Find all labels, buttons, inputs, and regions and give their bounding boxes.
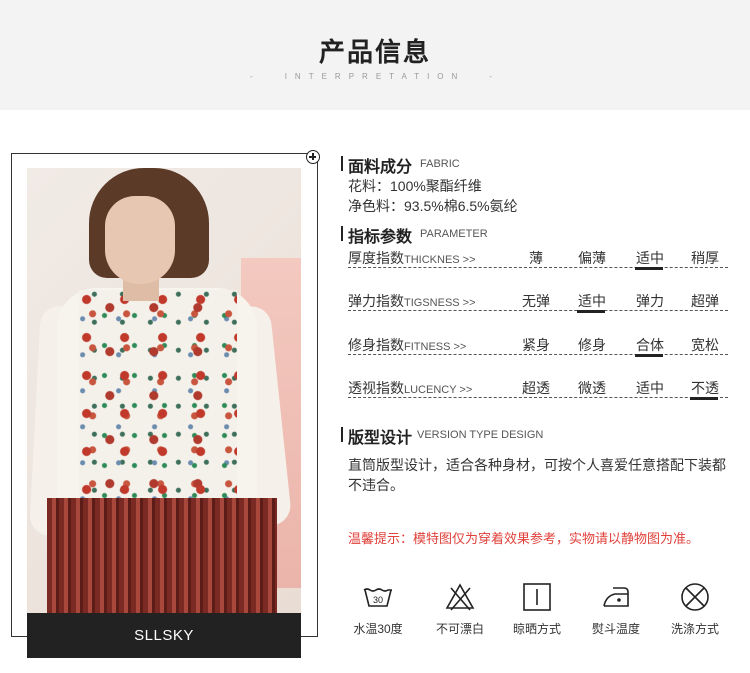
no-dry-clean-icon bbox=[681, 583, 709, 611]
param-label: 弹力指数TIGSNESS >> bbox=[348, 291, 476, 311]
param-option: 超透 bbox=[518, 378, 554, 398]
fabric-line-2: 净色料：93.5%棉6.5%氨纶 bbox=[348, 198, 518, 214]
product-photo bbox=[27, 168, 301, 613]
param-label: 修身指数FITNESS >> bbox=[348, 335, 466, 355]
param-option: 弹力 bbox=[632, 291, 668, 311]
parameter-title-en: PARAMETER bbox=[420, 228, 488, 240]
section-bar bbox=[341, 156, 343, 171]
svg-text:30: 30 bbox=[373, 595, 383, 605]
selected-mark bbox=[577, 310, 605, 313]
param-option-text: 宽松 bbox=[691, 337, 719, 353]
param-option: 无弹 bbox=[518, 291, 554, 311]
brand-label: SLLSKY bbox=[27, 613, 301, 658]
fabric-title-en: FABRIC bbox=[420, 158, 460, 170]
photo-pleated-skirt bbox=[47, 498, 277, 613]
param-option-text: 超透 bbox=[522, 380, 550, 396]
iron-icon bbox=[603, 587, 629, 607]
param-label-en: FITNESS >> bbox=[404, 341, 467, 353]
param-label-en: LUCENCY >> bbox=[404, 384, 473, 396]
param-option: 稍厚 bbox=[687, 248, 723, 268]
param-label-en: THICKNES >> bbox=[404, 254, 476, 266]
photo-face bbox=[105, 196, 175, 284]
param-option-text: 适中 bbox=[578, 293, 606, 309]
care-item-wash-method: 洗涤方式 bbox=[665, 582, 725, 638]
subtitle-dash-right: - bbox=[489, 72, 500, 81]
param-label: 透视指数LUCENCY >> bbox=[348, 378, 472, 398]
subtitle-dash-left: - bbox=[250, 72, 261, 81]
care-item-wash: 30 水温30度 bbox=[348, 582, 408, 638]
care-item-iron: 熨斗温度 bbox=[586, 582, 646, 638]
section-bar bbox=[341, 427, 343, 442]
fabric-line-1: 花料：100%聚酯纤维 bbox=[348, 178, 482, 194]
version-title: 版型设计 bbox=[348, 430, 413, 447]
parameter-title: 指标参数 bbox=[348, 229, 413, 246]
param-option-text: 无弹 bbox=[522, 293, 550, 309]
subtitle-text: INTERPRETATION bbox=[284, 72, 466, 81]
param-option-text: 薄 bbox=[529, 250, 543, 266]
param-option-text: 弹力 bbox=[636, 293, 664, 309]
param-row-fit: 修身指数FITNESS >> 紧身 修身 合体 宽松 bbox=[348, 333, 728, 357]
care-label: 熨斗温度 bbox=[591, 622, 640, 636]
version-description: 直筒版型设计，适合各种身材，可按个人喜爱任意搭配下装都不违合。 bbox=[348, 457, 726, 493]
param-option: 合体 bbox=[632, 335, 668, 357]
param-option-text: 适中 bbox=[636, 250, 664, 266]
fabric-title: 面料成分 bbox=[348, 159, 413, 176]
param-row-lucency: 透视指数LUCENCY >> 超透 微透 适中 不透 bbox=[348, 376, 728, 400]
care-item-dry: 晾晒方式 bbox=[507, 582, 567, 638]
param-option: 适中 bbox=[632, 248, 668, 270]
param-label-cn: 厚度指数 bbox=[348, 250, 404, 266]
param-option-text: 适中 bbox=[636, 380, 664, 396]
param-option: 微透 bbox=[574, 378, 610, 398]
param-label-cn: 透视指数 bbox=[348, 380, 404, 396]
selected-mark bbox=[635, 354, 663, 357]
drip-dry-icon bbox=[523, 583, 551, 611]
param-option: 超弹 bbox=[687, 291, 723, 311]
notice-text: 温馨提示：模特图仅为穿着效果参考，实物请以静物图为准。 bbox=[348, 531, 700, 546]
param-option: 薄 bbox=[518, 248, 554, 268]
param-row-thickness: 厚度指数THICKNES >> 薄 偏薄 适中 稍厚 bbox=[348, 246, 728, 270]
care-item-bleach: 不可漂白 bbox=[430, 582, 490, 638]
no-bleach-icon bbox=[445, 583, 475, 611]
wash-30-icon: 30 bbox=[363, 588, 392, 607]
param-option-text: 修身 bbox=[578, 337, 606, 353]
care-label: 水温30度 bbox=[353, 622, 403, 636]
param-option: 宽松 bbox=[687, 335, 723, 355]
care-label: 洗涤方式 bbox=[670, 622, 719, 636]
version-title-en: VERSION TYPE DESIGN bbox=[417, 429, 544, 441]
zoom-plus-icon[interactable] bbox=[306, 150, 320, 164]
care-label: 晾晒方式 bbox=[512, 622, 561, 636]
param-option-text: 稍厚 bbox=[691, 250, 719, 266]
param-label-cn: 修身指数 bbox=[348, 337, 404, 353]
photo-shirt-print bbox=[79, 290, 237, 500]
section-bar bbox=[341, 226, 343, 241]
page-title: 产品信息 bbox=[318, 37, 431, 67]
param-label-en: TIGSNESS >> bbox=[404, 297, 476, 309]
param-row-elasticity: 弹力指数TIGSNESS >> 无弹 适中 弹力 超弹 bbox=[348, 289, 728, 313]
param-option-text: 偏薄 bbox=[578, 250, 606, 266]
selected-mark bbox=[635, 267, 663, 270]
param-option: 适中 bbox=[632, 378, 668, 398]
param-option-text: 不透 bbox=[691, 380, 719, 396]
param-option-text: 微透 bbox=[578, 380, 606, 396]
selected-mark bbox=[690, 397, 718, 400]
param-option: 适中 bbox=[574, 291, 610, 313]
param-option-text: 超弹 bbox=[691, 293, 719, 309]
param-option: 修身 bbox=[574, 335, 610, 355]
param-option-text: 合体 bbox=[636, 337, 664, 353]
care-label: 不可漂白 bbox=[435, 622, 484, 636]
param-label-cn: 弹力指数 bbox=[348, 293, 404, 309]
param-option: 不透 bbox=[687, 378, 723, 400]
param-option-text: 紧身 bbox=[522, 337, 550, 353]
page-subtitle: - INTERPRETATION - bbox=[0, 72, 750, 81]
param-option: 偏薄 bbox=[574, 248, 610, 268]
param-label: 厚度指数THICKNES >> bbox=[348, 248, 476, 268]
param-option: 紧身 bbox=[518, 335, 554, 355]
